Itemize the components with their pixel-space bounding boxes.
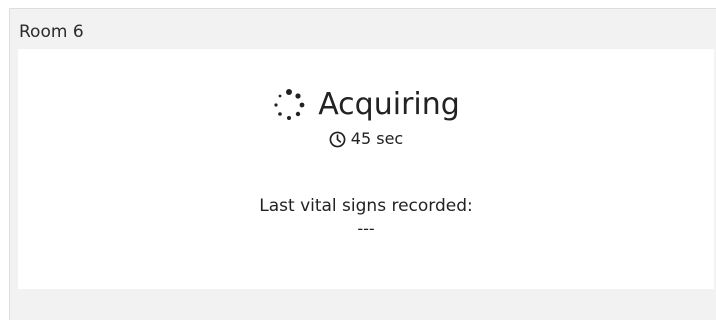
last-vitals-label: Last vital signs recorded: <box>259 196 473 216</box>
timer: 45 sec <box>18 129 714 149</box>
acquiring-status: Acquiring <box>18 87 714 123</box>
clock-icon <box>329 131 346 147</box>
room-title: Room 6 <box>19 22 84 42</box>
last-vitals-value: --- <box>357 219 375 238</box>
timer-text: 45 sec <box>350 129 404 148</box>
status-text: Acquiring <box>318 87 460 122</box>
vitals-card: Acquiring 45 sec Last vital signs record… <box>18 49 714 289</box>
loading-spinner-icon <box>274 89 305 120</box>
room-panel: Room 6 Acquiring 45 sec Last vital signs <box>9 8 716 320</box>
